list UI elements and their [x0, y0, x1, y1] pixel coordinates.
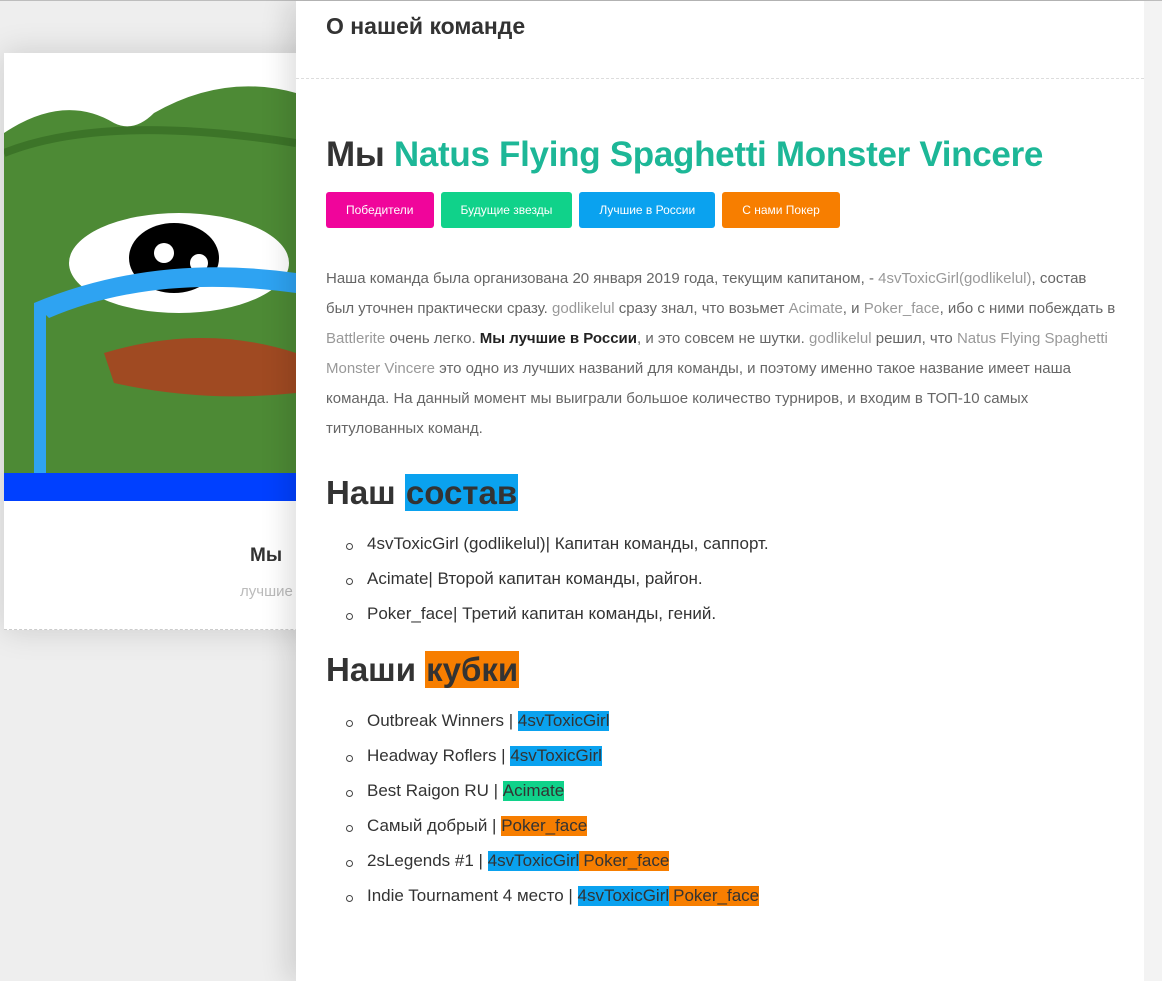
roster-item: 4svToxicGirl (godlikelul) | Капитан кома… [346, 534, 1114, 569]
team-description: Наша команда была организована 20 января… [326, 270, 1116, 437]
modal-title: О нашей команде [326, 13, 526, 39]
player-tag: Poker_face [501, 816, 588, 836]
cup-name: Indie Tournament 4 место | [367, 886, 578, 905]
cup-item: 2sLegends #1 | 4svToxicGirl Poker_face [346, 851, 1114, 886]
bullet-icon [346, 755, 353, 762]
bullet-icon [346, 860, 353, 867]
cup-item: Самый добрый | Poker_face [346, 816, 1114, 851]
player-tag: 4svToxicGirl [510, 746, 602, 766]
player-name: Poker_face [367, 604, 453, 623]
cup-item: Outbreak Winners | 4svToxicGirl [346, 711, 1114, 746]
bullet-icon [346, 790, 353, 797]
tag-button[interactable]: Победители [326, 192, 434, 228]
bullet-icon [346, 825, 353, 832]
player-tag: 4svToxicGirl [487, 851, 580, 871]
player-tag: Poker_face [669, 886, 760, 906]
player-name: 4svToxicGirl (godlikelul) [367, 534, 546, 553]
cup-name: Outbreak Winners | [367, 711, 518, 730]
pepe-image [4, 53, 296, 501]
roster-item: Poker_face | Третий капитан команды, ген… [346, 604, 1114, 639]
about-team-modal: О нашей команде Мы Natus Flying Spaghett… [296, 1, 1144, 981]
bullet-icon [346, 720, 353, 727]
player-tag: 4svToxicGirl [577, 886, 670, 906]
player-name: Acimate [367, 569, 429, 588]
cups-heading: Наши кубки [326, 651, 520, 688]
tag-button[interactable]: Лучшие в России [579, 192, 716, 228]
cup-item: Best Raigon RU | Acimate [346, 781, 1114, 816]
cup-name: 2sLegends #1 | [367, 851, 488, 870]
player-role: | Капитан команды, саппорт. [545, 534, 769, 553]
cup-item: Indie Tournament 4 место | 4svToxicGirl P… [346, 886, 1114, 921]
player-tag: Poker_face [579, 851, 670, 871]
team-heading: Мы Natus Flying Spaghetti Monster Vincer… [326, 135, 1044, 174]
bullet-icon [346, 895, 353, 902]
player-tag: 4svToxicGirl [517, 711, 610, 731]
bullet-icon [346, 543, 353, 550]
cups-list: Outbreak Winners | 4svToxicGirl Headway R… [326, 711, 1114, 921]
roster-heading: Наш состав [326, 474, 519, 511]
player-role: | Второй капитан команды, райгон. [428, 569, 703, 588]
player-role: | Третий капитан команды, гений. [453, 604, 717, 623]
roster-list: 4svToxicGirl (godlikelul) | Капитан кома… [326, 534, 1114, 639]
tag-button[interactable]: Будущие звезды [440, 192, 573, 228]
card-title: Мы [250, 545, 283, 566]
bullet-icon [346, 578, 353, 585]
tag-button[interactable]: С нами Покер [722, 192, 840, 228]
scrollbar-track[interactable] [1144, 1, 1162, 981]
cup-name: Самый добрый | [367, 816, 502, 835]
cup-item: Headway Roflers | 4svToxicGirl [346, 746, 1114, 781]
roster-item: Acimate | Второй капитан команды, райгон… [346, 569, 1114, 604]
bullet-icon [346, 613, 353, 620]
player-tag: Acimate [502, 781, 565, 801]
cup-name: Headway Roflers | [367, 746, 511, 765]
card-subtitle: лучшие [240, 583, 293, 600]
cup-name: Best Raigon RU | [367, 781, 503, 800]
